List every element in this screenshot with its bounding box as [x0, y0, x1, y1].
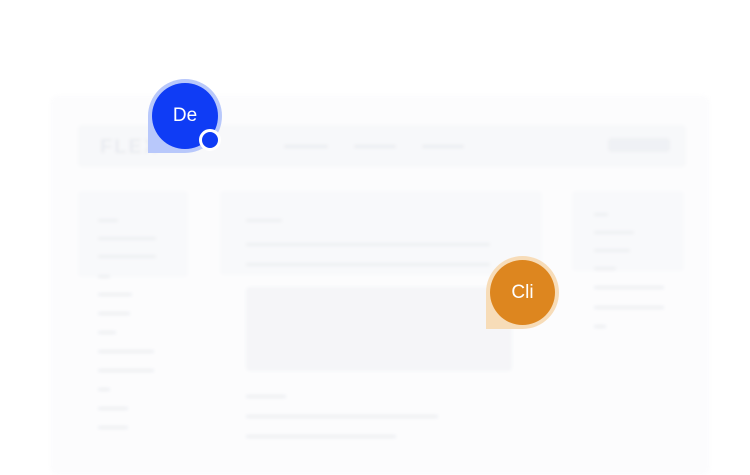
mockup-line [246, 435, 396, 438]
mockup-line [98, 369, 154, 372]
avatar-cli-initials: Cli [511, 281, 534, 303]
mockup-line [98, 407, 128, 410]
mockup-line [98, 426, 128, 429]
mockup-line [594, 213, 608, 216]
mockup-line [594, 286, 664, 289]
mockup-line [98, 388, 110, 391]
mockup-line [246, 415, 438, 418]
illustration-stage: FLEX De Cli [0, 0, 750, 475]
mockup-nav-item [354, 145, 396, 148]
mockup-line [594, 231, 634, 234]
mockup-line [246, 395, 286, 398]
mockup-line [98, 331, 116, 334]
online-status-dot [199, 129, 221, 151]
mockup-header-button [608, 138, 670, 152]
mockup-left-panel [78, 191, 188, 277]
avatar-cli: Cli [490, 260, 555, 325]
mockup-line [98, 293, 132, 296]
mockup-line [98, 312, 130, 315]
mockup-line [594, 325, 606, 328]
mockup-line [246, 219, 282, 222]
mockup-line [98, 255, 156, 258]
mockup-line [98, 350, 154, 353]
mockup-content-card [246, 287, 512, 371]
mockup-line [98, 237, 156, 240]
mockup-nav-item [284, 145, 328, 148]
avatar-de-initials: De [172, 105, 198, 126]
mockup-line [98, 219, 118, 222]
mockup-line [594, 249, 630, 252]
mockup-line [594, 267, 616, 270]
mockup-line [246, 263, 490, 266]
mockup-line [594, 306, 664, 309]
mockup-line [246, 243, 490, 246]
mockup-line [98, 275, 110, 278]
mockup-nav-item [422, 145, 464, 148]
